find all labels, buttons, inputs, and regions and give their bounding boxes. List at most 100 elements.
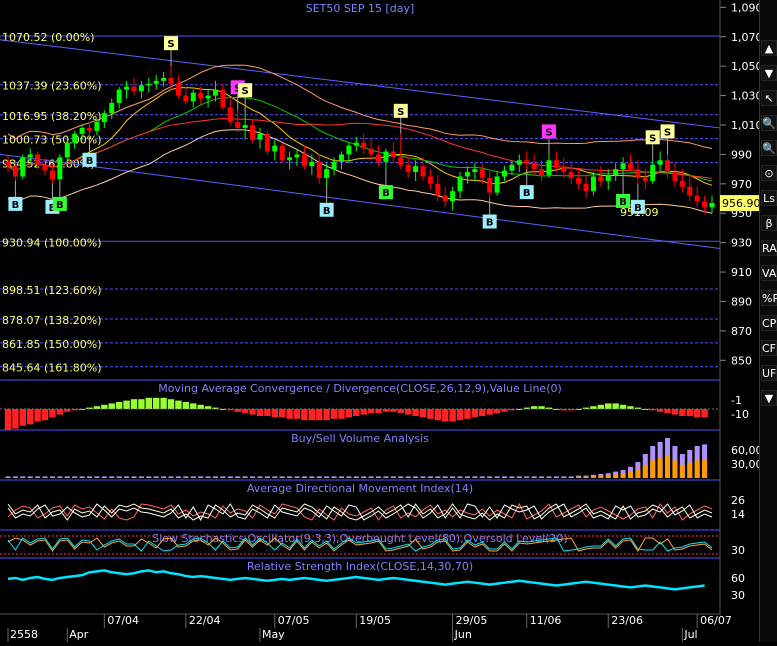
volume-bar-buy	[369, 477, 374, 478]
month-label: May	[262, 628, 285, 641]
toolbar-button[interactable]: 🔍	[761, 115, 777, 131]
candle-body	[606, 175, 611, 181]
toolbar-button[interactable]: ▼	[761, 65, 777, 81]
panel-title-rsi: Relative Strength Index(CLOSE,14,30,70)	[247, 560, 473, 573]
volume-bar-buy	[295, 477, 300, 478]
panel-tick-label: -1	[731, 394, 742, 407]
chart-toolbar: ▲ ▼ ↖ 🔍 🔍 ⊙ Ls β RA VA %P CP CF UF ▼	[759, 0, 777, 642]
toolbar-button[interactable]: CF	[761, 340, 777, 356]
candle-body	[628, 163, 633, 169]
macd-bar	[664, 409, 670, 413]
candle-body	[265, 134, 270, 152]
macd-bar	[116, 402, 122, 409]
macd-bar	[5, 409, 11, 430]
macd-bar	[301, 409, 307, 420]
candle-body	[287, 157, 292, 160]
volume-bar-buy	[361, 477, 366, 478]
last-price-label: 956.90	[722, 197, 759, 210]
macd-bar	[353, 409, 359, 416]
signal-label: B	[486, 218, 494, 229]
macd-bar	[272, 409, 278, 417]
volume-bar-buy	[257, 477, 262, 478]
signal-label: B	[56, 200, 64, 211]
macd-bar	[27, 409, 33, 424]
toolbar-button[interactable]: ▼	[761, 390, 777, 406]
price-tick-label: 990	[731, 148, 752, 161]
volume-bar-buy	[250, 477, 255, 478]
toolbar-button[interactable]: UF	[761, 365, 777, 381]
month-label: 2558	[10, 628, 38, 641]
rsi-line	[8, 570, 705, 589]
candle-body	[658, 160, 663, 164]
price-tick-label: 970	[731, 178, 752, 191]
chart-canvas[interactable]: SET50 SEP 15 [day]1,0901,0701,0501,0301,…	[0, 0, 759, 642]
macd-bar	[20, 409, 26, 426]
volume-bar-buy	[628, 472, 633, 478]
candle-body	[369, 149, 374, 155]
volume-bar-buy	[339, 477, 344, 478]
candle-body	[198, 93, 203, 99]
volume-bar-buy	[376, 477, 381, 478]
toolbar-button[interactable]: ↖	[761, 90, 777, 106]
candle-body	[613, 169, 618, 175]
candle-body	[346, 146, 351, 155]
price-tick-label: 1,070	[731, 31, 759, 44]
candle-body	[672, 172, 677, 181]
price-tick-label: 1,090	[731, 1, 759, 14]
volume-bar-buy	[198, 477, 203, 478]
toolbar-button[interactable]: %P	[761, 290, 777, 306]
candle-body	[702, 201, 707, 207]
macd-bar	[42, 409, 48, 420]
price-tick-label: 850	[731, 354, 752, 367]
volume-bar-buy	[65, 477, 70, 478]
toolbar-button[interactable]: ⊙	[761, 165, 777, 181]
macd-bar	[486, 409, 492, 415]
volume-bar-buy	[213, 477, 218, 478]
volume-bar-buy	[72, 477, 77, 478]
toolbar-button[interactable]: Ls	[761, 190, 777, 206]
macd-bar	[309, 409, 315, 420]
panel-title-volume: Buy/Sell Volume Analysis	[291, 432, 429, 445]
fib-level-label: 930.94 (100.00%)	[2, 236, 102, 249]
date-tick-label: 07/04	[107, 614, 139, 627]
volume-bar-buy	[672, 460, 677, 478]
date-tick-label: 23/06	[611, 614, 643, 627]
candle-body	[561, 166, 566, 172]
candle-body	[524, 160, 529, 163]
signal-label: B	[619, 197, 627, 208]
macd-bar	[494, 409, 500, 413]
toolbar-button[interactable]: β	[761, 215, 777, 231]
volume-bar-buy	[398, 477, 403, 478]
date-tick-label: 22/04	[189, 614, 221, 627]
candle-body	[584, 184, 589, 191]
toolbar-button[interactable]: VA	[761, 265, 777, 281]
macd-bar	[449, 409, 455, 422]
macd-bar	[294, 409, 300, 419]
signal-label: S	[664, 127, 671, 138]
volume-bar-buy	[391, 477, 396, 478]
price-tick-label: 1,010	[731, 119, 759, 132]
macd-bar	[175, 401, 181, 409]
candle-body	[465, 172, 470, 176]
candle-body	[546, 160, 551, 175]
toolbar-button[interactable]: RA	[761, 240, 777, 256]
toolbar-button[interactable]: ▲	[761, 40, 777, 56]
volume-bar-buy	[406, 477, 411, 478]
candle-body	[72, 134, 77, 143]
candle-body	[43, 165, 48, 171]
toolbar-button[interactable]: CP	[761, 315, 777, 331]
candle-body	[361, 143, 366, 149]
volume-bar-buy	[472, 477, 477, 478]
candle-body	[28, 154, 33, 157]
candle-body	[257, 134, 262, 140]
date-tick-label: 06/07	[700, 614, 732, 627]
candle-body	[650, 165, 655, 181]
macd-bar	[435, 409, 441, 420]
macd-bar	[160, 398, 166, 409]
toolbar-button[interactable]: 🔍	[761, 140, 777, 156]
macd-bar	[368, 409, 374, 413]
volume-bar-buy	[176, 477, 181, 478]
candle-body	[228, 107, 233, 122]
volume-bar-buy	[317, 477, 322, 478]
date-tick-label: 07/05	[278, 614, 310, 627]
